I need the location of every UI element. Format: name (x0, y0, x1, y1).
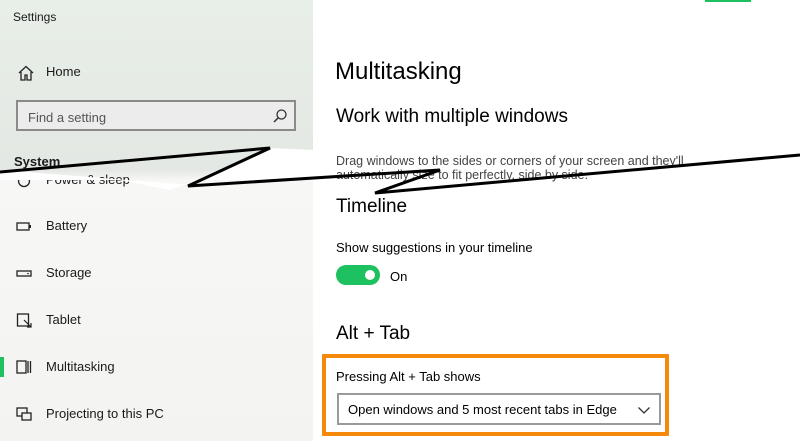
active-indicator (0, 357, 4, 377)
projecting-icon (16, 407, 32, 421)
sidebar-item-label: Storage (46, 265, 92, 280)
battery-icon (16, 222, 31, 231)
search-icon[interactable] (272, 108, 288, 124)
power-icon (17, 174, 31, 188)
timeline-suggestions-toggle[interactable] (336, 265, 380, 285)
sidebar-item-label: Power & sleep (46, 172, 130, 187)
sidebar-item-multitasking[interactable]: Multitasking (0, 347, 313, 387)
section-heading-snap: Work with multiple windows (336, 106, 568, 127)
sidebar-item-label: Projecting to this PC (46, 406, 164, 421)
top-accent-bar (705, 0, 751, 2)
search-box[interactable] (16, 100, 296, 131)
sidebar: Settings Home System Power & sleep Batte… (0, 0, 313, 441)
alttab-dropdown-value: Open windows and 5 most recent tabs in E… (348, 402, 617, 417)
page-title: Multitasking (335, 58, 462, 85)
sidebar-item-power-sleep[interactable]: Power & sleep (0, 160, 313, 200)
snap-description-line2: automatically size to fit perfectly, sid… (336, 168, 588, 182)
section-heading-alttab: Alt + Tab (336, 323, 411, 344)
sidebar-item-label: Tablet (46, 312, 81, 327)
alttab-dropdown[interactable]: Open windows and 5 most recent tabs in E… (337, 393, 661, 425)
sidebar-item-storage[interactable]: Storage (0, 253, 313, 293)
window-title: Settings (13, 10, 57, 24)
home-icon (18, 65, 34, 81)
multitasking-icon (16, 360, 32, 374)
sidebar-item-tablet[interactable]: Tablet (0, 300, 313, 340)
sidebar-item-label: Home (46, 64, 81, 79)
tablet-icon (16, 313, 32, 328)
search-input[interactable] (26, 107, 270, 127)
sidebar-item-label: Battery (46, 218, 88, 233)
sidebar-item-label: Multitasking (46, 359, 115, 374)
timeline-suggestions-label: Show suggestions in your timeline (336, 240, 533, 255)
section-heading-timeline: Timeline (336, 196, 408, 217)
toggle-state-label: On (390, 269, 408, 284)
sidebar-item-projecting[interactable]: Projecting to this PC (0, 394, 313, 434)
alttab-label: Pressing Alt + Tab shows (336, 369, 481, 384)
sidebar-item-home[interactable]: Home (0, 56, 313, 88)
chevron-down-icon (638, 407, 650, 414)
sidebar-item-battery[interactable]: Battery (0, 206, 313, 246)
storage-icon (16, 270, 32, 277)
toggle-knob (365, 270, 375, 280)
